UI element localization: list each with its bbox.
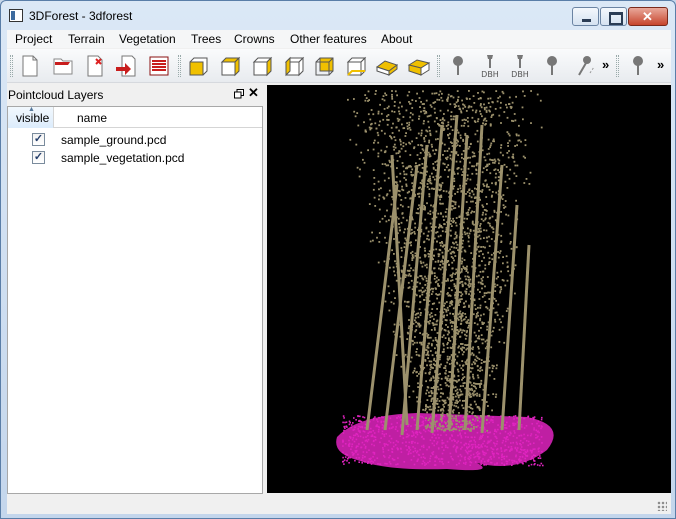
pin-icon (633, 56, 643, 75)
view-top-button[interactable] (217, 53, 243, 79)
resize-grip-icon[interactable] (657, 501, 667, 511)
column-visible-label: visible (16, 111, 50, 125)
toolbar-overflow-button[interactable]: » (602, 57, 609, 72)
close-window-button[interactable] (628, 7, 668, 26)
close-document-icon (87, 55, 103, 77)
column-name-header[interactable]: name (77, 111, 107, 125)
toolbar-grip[interactable] (437, 55, 440, 77)
view-left-button[interactable] (249, 53, 275, 79)
pin-icon (453, 56, 463, 75)
menu-terrain[interactable]: Terrain (68, 32, 105, 46)
view-iso-back-button[interactable] (406, 53, 432, 79)
svg-text:DBH: DBH (511, 70, 529, 79)
cube-right-icon (284, 56, 305, 77)
app-window: 3DForest - 3dforest Project Terrain Vege… (0, 0, 676, 519)
layer-visible-checkbox[interactable]: ✓ (32, 133, 45, 146)
cube-top-icon (220, 56, 241, 77)
dbh-pin-icon: DBH (511, 55, 529, 79)
toolbar-grip[interactable] (178, 55, 181, 77)
layer-visible-checkbox[interactable]: ✓ (32, 151, 45, 164)
cube-iso-back-icon (407, 59, 431, 76)
toolbar-grip[interactable] (10, 55, 13, 77)
minimize-button[interactable] (572, 7, 599, 26)
menu-vegetation[interactable]: Vegetation (119, 32, 176, 46)
menu-bar: Project Terrain Vegetation Trees Crowns … (7, 30, 671, 48)
pointcloud-layers-dock: Pointcloud Layers ✕ ▲ visible name ✓ sam… (7, 85, 264, 494)
3d-viewport[interactable] (267, 85, 671, 493)
layer-name: sample_vegetation.pcd (61, 151, 185, 165)
layer-name: sample_ground.pcd (61, 133, 167, 147)
new-project-button[interactable] (17, 53, 43, 79)
tree-height-button[interactable] (539, 53, 565, 79)
cube-back-icon (315, 57, 334, 76)
dock-title: Pointcloud Layers (8, 88, 104, 102)
slanted-pin-icon (578, 56, 595, 76)
open-project-button[interactable] (50, 53, 76, 79)
cube-bottom-icon (346, 56, 367, 77)
status-bar (7, 494, 671, 514)
menu-about[interactable]: About (381, 32, 412, 46)
maximize-button[interactable] (600, 7, 627, 26)
layer-row[interactable]: ✓ sample_ground.pcd (8, 131, 262, 149)
list-icon (149, 56, 169, 76)
menu-other-features[interactable]: Other features (290, 32, 367, 46)
cube-iso-icon (375, 60, 399, 76)
crown-button[interactable] (625, 53, 651, 79)
point-cloud-render (336, 90, 554, 471)
view-bottom-button[interactable] (343, 53, 369, 79)
pin-icon (547, 56, 557, 75)
tree-length-button[interactable] (571, 53, 597, 79)
cube-left-icon (252, 56, 273, 77)
menu-trees[interactable]: Trees (191, 32, 221, 46)
layer-tree: ▲ visible name ✓ sample_ground.pcd ✓ sam… (7, 106, 263, 494)
view-right-button[interactable] (281, 53, 307, 79)
tree-position-button[interactable] (445, 53, 471, 79)
new-document-icon (22, 55, 38, 77)
view-front-button[interactable] (185, 53, 211, 79)
dbh-pin-icon: DBH (481, 55, 499, 79)
window-title: 3DForest - 3dforest (29, 9, 133, 23)
layer-row[interactable]: ✓ sample_vegetation.pcd (8, 149, 262, 167)
app-icon (9, 9, 23, 22)
toolbar-overflow-button[interactable]: » (657, 57, 664, 72)
menu-project[interactable]: Project (15, 32, 52, 46)
main-area: Project Terrain Vegetation Trees Crowns … (7, 30, 671, 514)
svg-text:DBH: DBH (481, 70, 499, 79)
toolbar: DBH DBH » » (7, 49, 671, 83)
dbh-lsr-button[interactable]: DBH (507, 53, 533, 79)
import-cloud-button[interactable] (113, 53, 139, 79)
import-arrow-icon (116, 55, 136, 77)
tree-header: ▲ visible name (8, 106, 262, 128)
view-iso-button[interactable] (374, 53, 400, 79)
export-button[interactable] (146, 53, 172, 79)
view-back-button[interactable] (311, 53, 337, 79)
toolbar-grip[interactable] (616, 55, 619, 77)
title-bar[interactable]: 3DForest - 3dforest (1, 1, 675, 31)
float-dock-icon[interactable] (234, 88, 244, 99)
menu-crowns[interactable]: Crowns (234, 32, 275, 46)
open-folder-icon (53, 58, 73, 75)
dbh-hough-button[interactable]: DBH (477, 53, 503, 79)
close-project-button[interactable] (82, 53, 108, 79)
column-visible-header[interactable]: ▲ visible (8, 106, 54, 128)
close-dock-icon[interactable]: ✕ (248, 85, 259, 101)
cube-front-icon (189, 57, 208, 76)
